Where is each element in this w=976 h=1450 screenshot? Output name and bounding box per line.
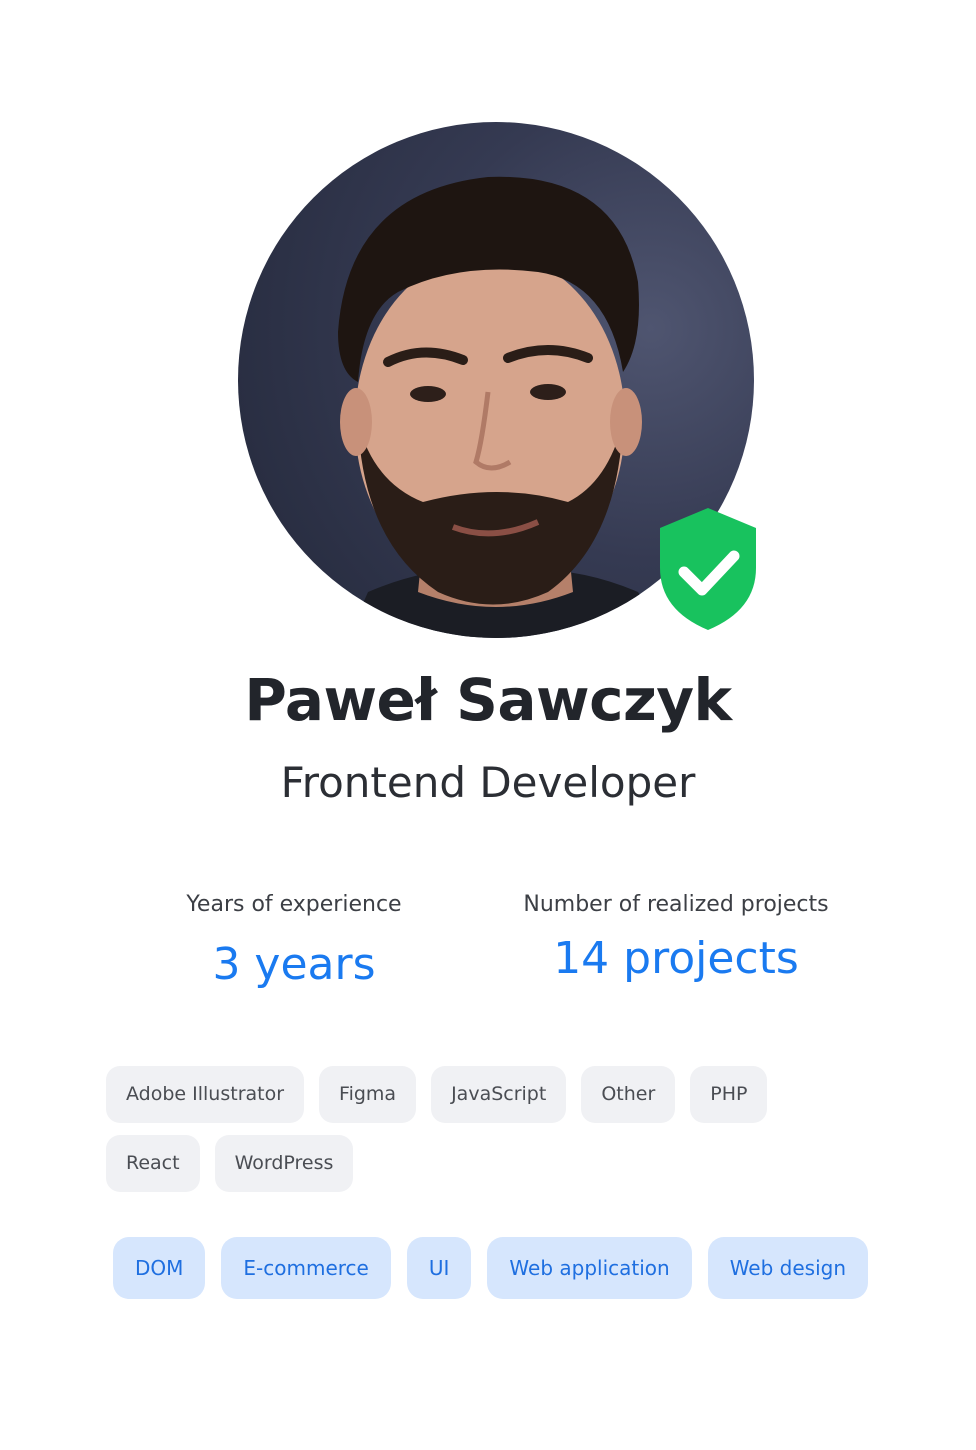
experience-label: Years of experience xyxy=(186,892,402,917)
skill-tag[interactable]: Other xyxy=(581,1066,676,1123)
shield-check-icon xyxy=(660,508,756,630)
skill-tag[interactable]: Figma xyxy=(319,1066,417,1123)
verified-badge xyxy=(656,506,760,632)
skill-tag[interactable]: WordPress xyxy=(214,1135,354,1192)
experience-stat: Years of experience 3 years xyxy=(144,892,444,990)
specialties-tag-list: DOM E-commerce UI Web application Web de… xyxy=(113,1237,873,1299)
projects-label: Number of realized projects xyxy=(523,892,829,917)
specialty-tag[interactable]: UI xyxy=(406,1237,472,1299)
avatar-container xyxy=(238,122,756,638)
experience-value: 3 years xyxy=(212,939,376,990)
skill-tag[interactable]: JavaScript xyxy=(431,1066,567,1123)
profile-role: Frontend Developer xyxy=(280,758,696,807)
skills-tag-list: Adobe Illustrator Figma JavaScript Other… xyxy=(106,1066,866,1192)
specialty-tag[interactable]: DOM xyxy=(113,1237,206,1299)
specialty-tag[interactable]: Web application xyxy=(487,1237,692,1299)
specialty-tag[interactable]: Web design xyxy=(707,1237,869,1299)
skill-tag[interactable]: React xyxy=(106,1135,200,1192)
projects-stat: Number of realized projects 14 projects xyxy=(500,892,852,984)
skill-tag[interactable]: PHP xyxy=(690,1066,768,1123)
profile-name: Paweł Sawczyk xyxy=(244,666,732,734)
skill-tag[interactable]: Adobe Illustrator xyxy=(106,1066,305,1123)
projects-value: 14 projects xyxy=(553,933,799,984)
profile-card: Paweł Sawczyk Frontend Developer Years o… xyxy=(0,0,976,1450)
specialty-tag[interactable]: E-commerce xyxy=(221,1237,391,1299)
